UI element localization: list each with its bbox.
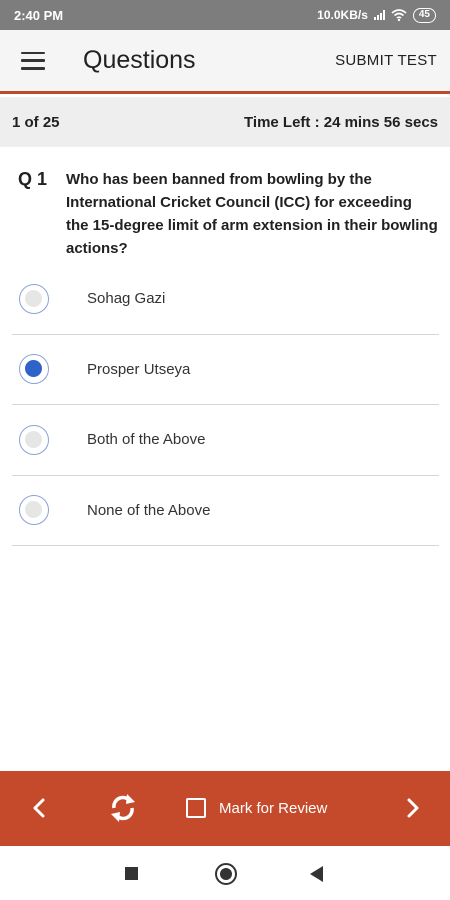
options-list: Sohag Gazi Prosper Utseya Both of the Ab… [12, 264, 439, 546]
option-item[interactable]: None of the Above [12, 476, 439, 546]
network-speed: 10.0KB/s [317, 8, 368, 22]
option-label: Both of the Above [87, 431, 206, 449]
home-icon[interactable] [215, 863, 237, 885]
mark-for-review-label: Mark for Review [219, 799, 328, 817]
question-text: Who has been banned from bowling by the … [66, 171, 438, 257]
battery-icon: 45 [412, 7, 436, 23]
system-nav-bar [0, 846, 450, 900]
refresh-icon[interactable] [106, 791, 140, 825]
checkbox-icon[interactable] [186, 798, 206, 818]
info-bar: 1 of 25 Time Left : 24 mins 56 secs [0, 97, 450, 147]
app-bar: Questions SUBMIT TEST [0, 30, 450, 94]
time-left: Time Left : 24 mins 56 secs [244, 113, 438, 131]
submit-test-button[interactable]: SUBMIT TEST [335, 52, 437, 69]
wifi-icon [391, 9, 407, 21]
chevron-right-icon[interactable] [402, 793, 424, 823]
hamburger-menu-icon[interactable] [21, 51, 45, 70]
radio-button-icon[interactable] [19, 424, 49, 455]
back-icon[interactable] [310, 866, 323, 882]
radio-button-icon[interactable] [19, 495, 49, 526]
option-label: Prosper Utseya [87, 360, 191, 378]
status-bar: 2:40 PM 10.0KB/s 45 [0, 0, 450, 30]
option-item[interactable]: Prosper Utseya [12, 335, 439, 405]
option-item[interactable]: Sohag Gazi [12, 264, 439, 335]
radio-button-selected-icon[interactable] [19, 354, 49, 385]
option-label: None of the Above [87, 501, 211, 519]
question-progress: 1 of 25 [12, 113, 60, 131]
status-right: 10.0KB/s 45 [317, 7, 436, 23]
mark-for-review-toggle[interactable]: Mark for Review [186, 798, 327, 818]
radio-button-icon[interactable] [19, 283, 49, 314]
recent-apps-icon[interactable] [125, 867, 138, 880]
option-label: Sohag Gazi [87, 290, 166, 308]
question-number: Q 1 [18, 169, 48, 189]
chevron-left-icon[interactable] [28, 793, 50, 823]
status-time: 2:40 PM [14, 7, 64, 23]
bottom-action-bar: Mark for Review [0, 771, 450, 846]
page-title: Questions [83, 46, 196, 74]
signal-icon [373, 10, 385, 20]
question-block: Q 1 Who has been banned from bowling by … [18, 168, 438, 260]
option-item[interactable]: Both of the Above [12, 405, 439, 476]
